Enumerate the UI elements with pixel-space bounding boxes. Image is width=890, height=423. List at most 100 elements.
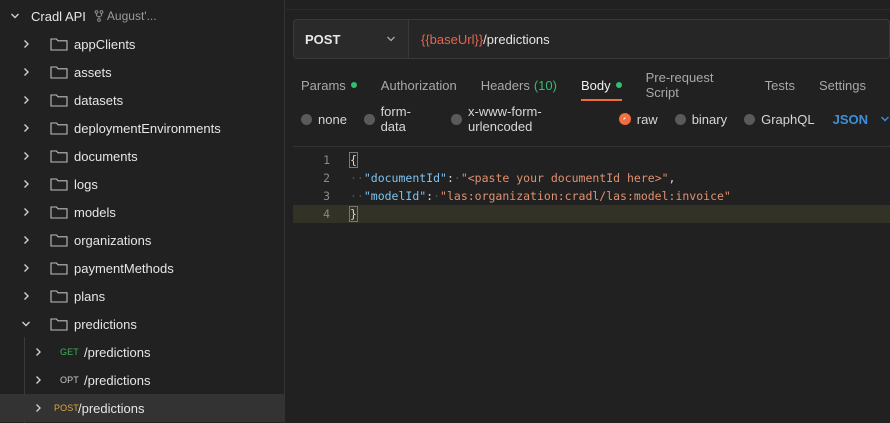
folder-label: paymentMethods xyxy=(74,260,174,276)
tab-settings[interactable]: Settings xyxy=(819,71,866,99)
sidebar-folder-expanded[interactable]: predictions xyxy=(0,310,284,338)
folder-label: predictions xyxy=(74,316,137,332)
json-key: "modelId" xyxy=(363,189,427,203)
sidebar-folder[interactable]: plans xyxy=(0,282,284,310)
chevron-right-icon[interactable] xyxy=(20,290,32,302)
tab-authorization-label: Authorization xyxy=(380,77,457,93)
radio-button[interactable] xyxy=(674,113,686,125)
folder-icon xyxy=(50,93,68,107)
sidebar-folder[interactable]: models xyxy=(0,198,284,226)
sidebar-folder[interactable]: documents xyxy=(0,142,284,170)
folder-label: deploymentEnvironments xyxy=(74,120,221,136)
tab-headers[interactable]: Headers (10) xyxy=(481,71,557,99)
radio-button[interactable] xyxy=(451,113,463,125)
request-tabs: Params Authorization Headers (10) Body Pr… xyxy=(301,70,890,101)
chevron-right-icon[interactable] xyxy=(20,122,32,134)
code-line: 1 { xyxy=(293,151,890,169)
folder-icon xyxy=(50,233,68,247)
body-type-label: binary xyxy=(691,111,728,127)
tab-strip-edge xyxy=(286,0,890,10)
chevron-down-icon xyxy=(881,116,889,122)
chevron-right-icon[interactable] xyxy=(32,346,44,358)
body-type-raw[interactable]: raw xyxy=(618,112,658,127)
radio-button[interactable] xyxy=(301,113,312,125)
url-bar: POST {{baseUrl}}/predictions xyxy=(293,19,890,59)
request-item-selected[interactable]: POST /predictions xyxy=(0,394,284,422)
radio-button[interactable] xyxy=(744,113,756,125)
chevron-right-icon[interactable] xyxy=(20,94,32,106)
tab-prerequest[interactable]: Pre-request Script xyxy=(645,70,741,100)
sidebar-folder[interactable]: assets xyxy=(0,58,284,86)
sidebar-folder[interactable]: paymentMethods xyxy=(0,254,284,282)
sidebar-folder[interactable]: organizations xyxy=(0,226,284,254)
body-type-label: form-data xyxy=(380,104,411,134)
close-brace: } xyxy=(349,206,358,222)
tab-params[interactable]: Params xyxy=(301,71,357,99)
tab-body-label: Body xyxy=(580,77,611,93)
method-badge: POST xyxy=(54,403,79,413)
request-item[interactable]: OPT /predictions xyxy=(0,366,284,394)
chevron-right-icon[interactable] xyxy=(32,402,44,414)
method-value: POST xyxy=(305,31,341,47)
body-type-form-data[interactable]: form-data xyxy=(363,104,434,134)
sidebar-folder[interactable]: logs xyxy=(0,170,284,198)
chevron-right-icon[interactable] xyxy=(20,206,32,218)
sidebar: Cradl API August'... appClients assets d… xyxy=(0,0,285,423)
code-line-current: 4 } xyxy=(293,205,890,223)
body-type-urlencoded[interactable]: x-www-form-urlencoded xyxy=(451,104,601,134)
url-input[interactable]: {{baseUrl}}/predictions xyxy=(409,32,550,47)
body-indicator-dot xyxy=(615,82,622,88)
body-type-selector: none form-data x-www-form-urlencoded raw… xyxy=(301,104,890,134)
method-dropdown[interactable]: POST xyxy=(294,20,409,58)
collection-title: Cradl API xyxy=(31,8,86,24)
chevron-right-icon[interactable] xyxy=(20,234,32,246)
chevron-right-icon[interactable] xyxy=(32,374,44,386)
sidebar-folder[interactable]: datasets xyxy=(0,86,284,114)
fork-label: August'... xyxy=(106,9,157,23)
chevron-right-icon[interactable] xyxy=(20,150,32,162)
folder-icon xyxy=(50,37,68,51)
folder-icon xyxy=(50,289,68,303)
folder-label: models xyxy=(74,204,116,220)
tab-tests[interactable]: Tests xyxy=(765,71,795,99)
folder-label: documents xyxy=(74,148,138,164)
code-editor[interactable]: 1 { 2 ··"documentId":·"<paste your docum… xyxy=(293,146,890,423)
tab-body[interactable]: Body xyxy=(580,71,622,101)
folder-icon xyxy=(50,317,68,331)
tab-authorization[interactable]: Authorization xyxy=(381,71,457,99)
chevron-right-icon[interactable] xyxy=(20,66,32,78)
body-type-graphql[interactable]: GraphQL xyxy=(744,112,815,127)
radio-button[interactable] xyxy=(363,113,375,125)
folder-label: logs xyxy=(74,176,98,192)
body-type-none[interactable]: none xyxy=(301,112,347,127)
chevron-down-icon[interactable] xyxy=(9,10,21,22)
params-indicator-dot xyxy=(350,82,357,88)
chevron-right-icon[interactable] xyxy=(20,38,32,50)
headers-count: (10) xyxy=(533,77,557,93)
line-number: 2 xyxy=(323,171,330,185)
folder-label: plans xyxy=(74,288,106,304)
folder-icon xyxy=(50,121,68,135)
request-path: /predictions xyxy=(84,344,151,360)
request-item[interactable]: GET /predictions xyxy=(0,338,284,366)
chevron-right-icon[interactable] xyxy=(20,262,32,274)
raw-format-dropdown[interactable]: JSON xyxy=(833,112,890,127)
folder-icon xyxy=(50,177,68,191)
tab-prerequest-label: Pre-request Script xyxy=(645,70,714,100)
sidebar-folder[interactable]: appClients xyxy=(0,30,284,58)
radio-button-selected[interactable] xyxy=(618,113,631,125)
body-type-label: x-www-form-urlencoded xyxy=(468,104,542,134)
raw-format-value: JSON xyxy=(832,111,868,127)
chevron-right-icon[interactable] xyxy=(20,178,32,190)
folder-label: assets xyxy=(74,64,112,80)
sidebar-folder[interactable]: deploymentEnvironments xyxy=(0,114,284,142)
chevron-down-icon[interactable] xyxy=(20,318,32,330)
json-key: "documentId" xyxy=(363,171,447,185)
fork-icon xyxy=(94,10,104,22)
json-value: "las:organization:cradl/las:model:invoic… xyxy=(440,189,731,203)
collection-header[interactable]: Cradl API August'... xyxy=(0,2,284,30)
folder-label: appClients xyxy=(74,36,136,52)
line-number: 3 xyxy=(323,189,330,203)
body-type-binary[interactable]: binary xyxy=(674,111,728,127)
body-type-label: none xyxy=(318,111,347,127)
